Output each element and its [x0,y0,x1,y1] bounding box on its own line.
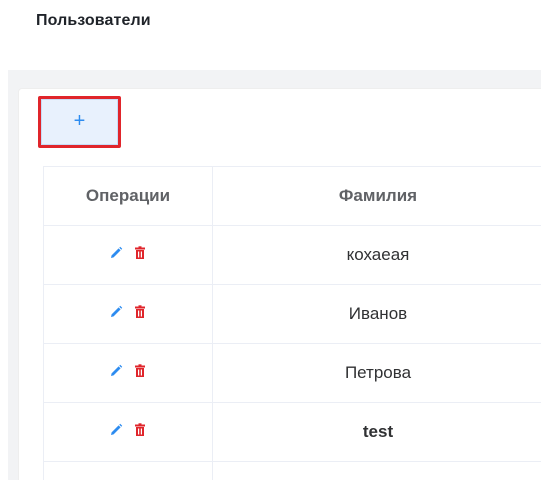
page: Пользователи + Операции Фамилия кохаеая … [0,0,541,480]
table-row: кохаеая [43,225,541,285]
trash-icon[interactable] [133,422,147,436]
lastname-cell: test [212,402,541,462]
column-header-operations[interactable]: Операции [43,166,213,226]
pencil-icon[interactable] [109,422,123,436]
table-empty-row [43,461,541,480]
table-header-row: Операции Фамилия [43,166,541,226]
trash-icon[interactable] [133,363,147,377]
lastname-cell: кохаеая [212,225,541,285]
empty-cell [212,461,541,480]
table-row: test [43,402,541,462]
trash-icon[interactable] [133,304,147,318]
pencil-icon[interactable] [109,245,123,259]
operations-cell [43,343,213,403]
table-row: Петрова [43,343,541,403]
table-row: Иванов [43,284,541,344]
operations-cell [43,225,213,285]
pencil-icon[interactable] [109,363,123,377]
trash-icon[interactable] [133,245,147,259]
column-header-lastname[interactable]: Фамилия [212,166,541,226]
users-table: Операции Фамилия кохаеая Иванов Петрова … [43,166,541,480]
lastname-cell: Иванов [212,284,541,344]
pencil-icon[interactable] [109,304,123,318]
add-button[interactable]: + [41,99,118,145]
lastname-cell: Петрова [212,343,541,403]
operations-cell [43,402,213,462]
operations-cell [43,284,213,344]
page-title: Пользователи [36,12,151,29]
empty-cell [43,461,213,480]
